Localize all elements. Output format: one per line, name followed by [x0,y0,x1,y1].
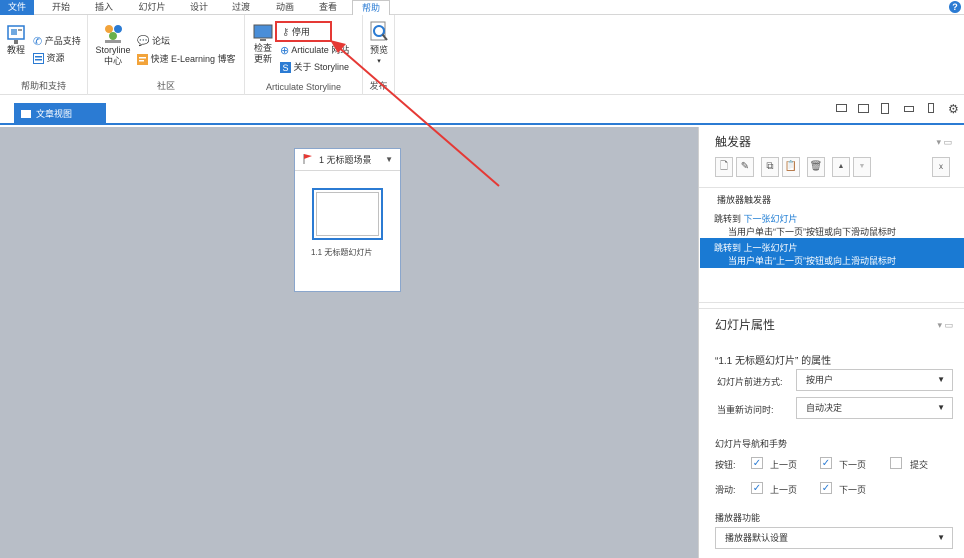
annotation-arrow [330,40,500,187]
